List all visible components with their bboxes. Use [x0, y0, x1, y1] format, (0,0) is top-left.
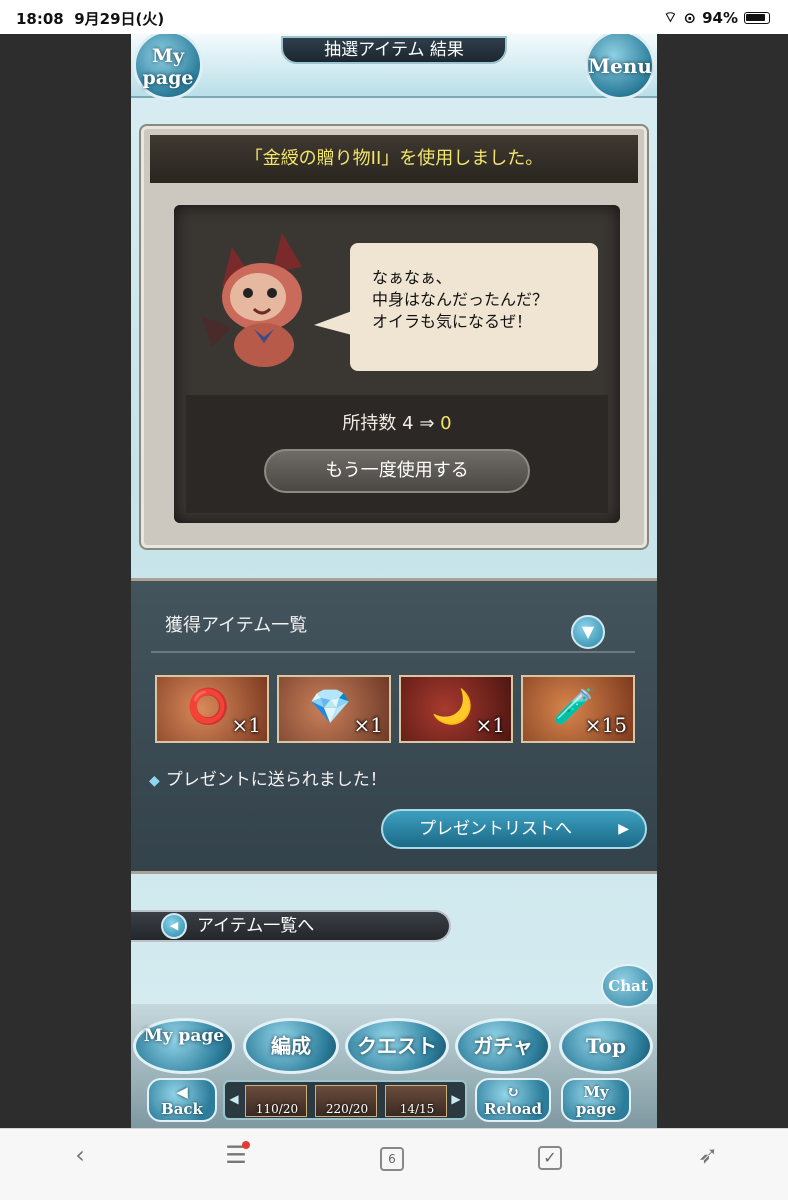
chat-button[interactable]: Chat: [601, 964, 655, 1008]
used-message: 「金綬の贈り物II」を使用しました。: [150, 135, 638, 183]
play-arrow-icon: ▶: [618, 821, 629, 837]
battery-percent: 94%: [702, 8, 738, 27]
stamina-item[interactable]: 220/20: [315, 1085, 377, 1117]
item-row: ⭕ ×1 💎 ×1 🌙 ×1 🧪 ×15: [155, 675, 635, 743]
mypage-button[interactable]: My page: [133, 34, 203, 100]
stamina-bar: ◀ 110/20 220/20 14/15 ▶: [223, 1080, 467, 1120]
obtained-items-panel: 獲得アイテム一覧 ▼ ⭕ ×1 💎 ×1 🌙 ×1 🧪 ×15 ◆ プレゼントに送…: [131, 578, 657, 874]
earrings-icon: 💎: [309, 687, 352, 727]
diamond-icon: ◆: [149, 773, 160, 789]
item-count: 所持数 4 ⇒ 0: [342, 413, 452, 434]
status-bar: 18:08 9月29日(火) ⌔ ⊙ 94%: [0, 0, 788, 34]
stamina-item[interactable]: 14/15: [385, 1085, 447, 1117]
item-card-ring[interactable]: ⭕ ×1: [155, 675, 269, 743]
item-card-crescent[interactable]: 🌙 ×1: [399, 675, 513, 743]
status-time: 18:08 9月29日(火): [16, 10, 165, 28]
back-arrow-icon: ◀: [161, 913, 187, 939]
right-margin: [657, 34, 788, 1128]
use-again-button[interactable]: もう一度使用する: [264, 449, 530, 493]
tab-count: 6: [380, 1147, 404, 1171]
dialog-footer: 所持数 4 ⇒ 0 もう一度使用する: [186, 395, 608, 513]
top-header: My page 抽選アイテム 結果 Menu: [131, 34, 657, 100]
nav-top-button[interactable]: Top: [559, 1018, 653, 1074]
nav-reload-button[interactable]: ↻ Reload: [475, 1078, 551, 1122]
item-quantity: ×1: [231, 713, 261, 737]
speech-line: オイラも気になるぜ！: [372, 312, 533, 331]
expand-chevron-down-icon[interactable]: ▼: [571, 615, 605, 649]
item-card-earrings[interactable]: 💎 ×1: [277, 675, 391, 743]
rocket-icon[interactable]: ➶: [688, 1141, 728, 1169]
menu-list-icon[interactable]: ☰: [216, 1141, 256, 1169]
ring-icon: ⭕: [187, 687, 230, 727]
left-margin: [0, 34, 131, 1128]
nav-quest-button[interactable]: クエスト: [345, 1018, 449, 1074]
dialog-box: なぁなぁ、 中身はなんだったんだ？ オイラも気になるぜ！ 所持数 4 ⇒ 0 も…: [174, 205, 620, 523]
divider: [151, 651, 635, 653]
back-to-items-button[interactable]: ◀ アイテム一覧へ: [131, 910, 451, 942]
back-chevron-icon[interactable]: ‹: [60, 1141, 100, 1169]
obtained-items-title: 獲得アイテム一覧: [165, 615, 308, 636]
present-list-button[interactable]: プレゼントリストへ ▶: [381, 809, 647, 849]
item-quantity: ×15: [584, 713, 627, 737]
browser-toolbar: ‹ ☰ 6 ✓ ➶: [0, 1128, 788, 1200]
wifi-icon: ⌔: [663, 8, 678, 26]
tabs-button[interactable]: 6: [372, 1141, 412, 1171]
nav-back-button[interactable]: ◀ Back: [147, 1078, 217, 1122]
speech-line: 中身はなんだったんだ？: [372, 290, 549, 309]
sent-to-presents-message: ◆ プレゼントに送られました！: [149, 770, 387, 790]
menu-button[interactable]: Menu: [585, 34, 655, 100]
speech-line: なぁなぁ、: [372, 268, 452, 287]
checkbox-icon[interactable]: ✓: [530, 1141, 570, 1170]
item-card-potion[interactable]: 🧪 ×15: [521, 675, 635, 743]
game-screen: My page 抽選アイテム 結果 Menu 「金綬の贈り物II」を使用しました…: [131, 34, 657, 1128]
scroll-left-icon[interactable]: ◀: [227, 1092, 241, 1106]
nav-hensei-button[interactable]: 編成: [243, 1018, 339, 1074]
orientation-lock-icon: ⊙: [683, 8, 697, 27]
nav-gacha-button[interactable]: ガチャ: [455, 1018, 551, 1074]
nav-mypage-small-button[interactable]: My page: [561, 1078, 631, 1122]
mascot-vyrn-icon: [202, 233, 302, 367]
status-right: ⌔ ⊙ 94%: [663, 8, 770, 27]
nav-mypage-button[interactable]: My page: [133, 1018, 235, 1074]
crescent-moon-icon: 🌙: [431, 687, 474, 727]
battery-icon: [744, 11, 770, 24]
scroll-right-icon[interactable]: ▶: [449, 1092, 463, 1106]
item-quantity: ×1: [475, 713, 505, 737]
speech-bubble: なぁなぁ、 中身はなんだったんだ？ オイラも気になるぜ！: [314, 243, 598, 371]
item-quantity: ×1: [353, 713, 383, 737]
notification-dot: [242, 1141, 250, 1149]
result-panel: 「金綬の贈り物II」を使用しました。 なぁなぁ、 中身はなんだったんだ？ オイラ…: [141, 126, 647, 548]
stamina-item[interactable]: 110/20: [245, 1085, 307, 1117]
page-title: 抽選アイテム 結果: [281, 36, 507, 64]
